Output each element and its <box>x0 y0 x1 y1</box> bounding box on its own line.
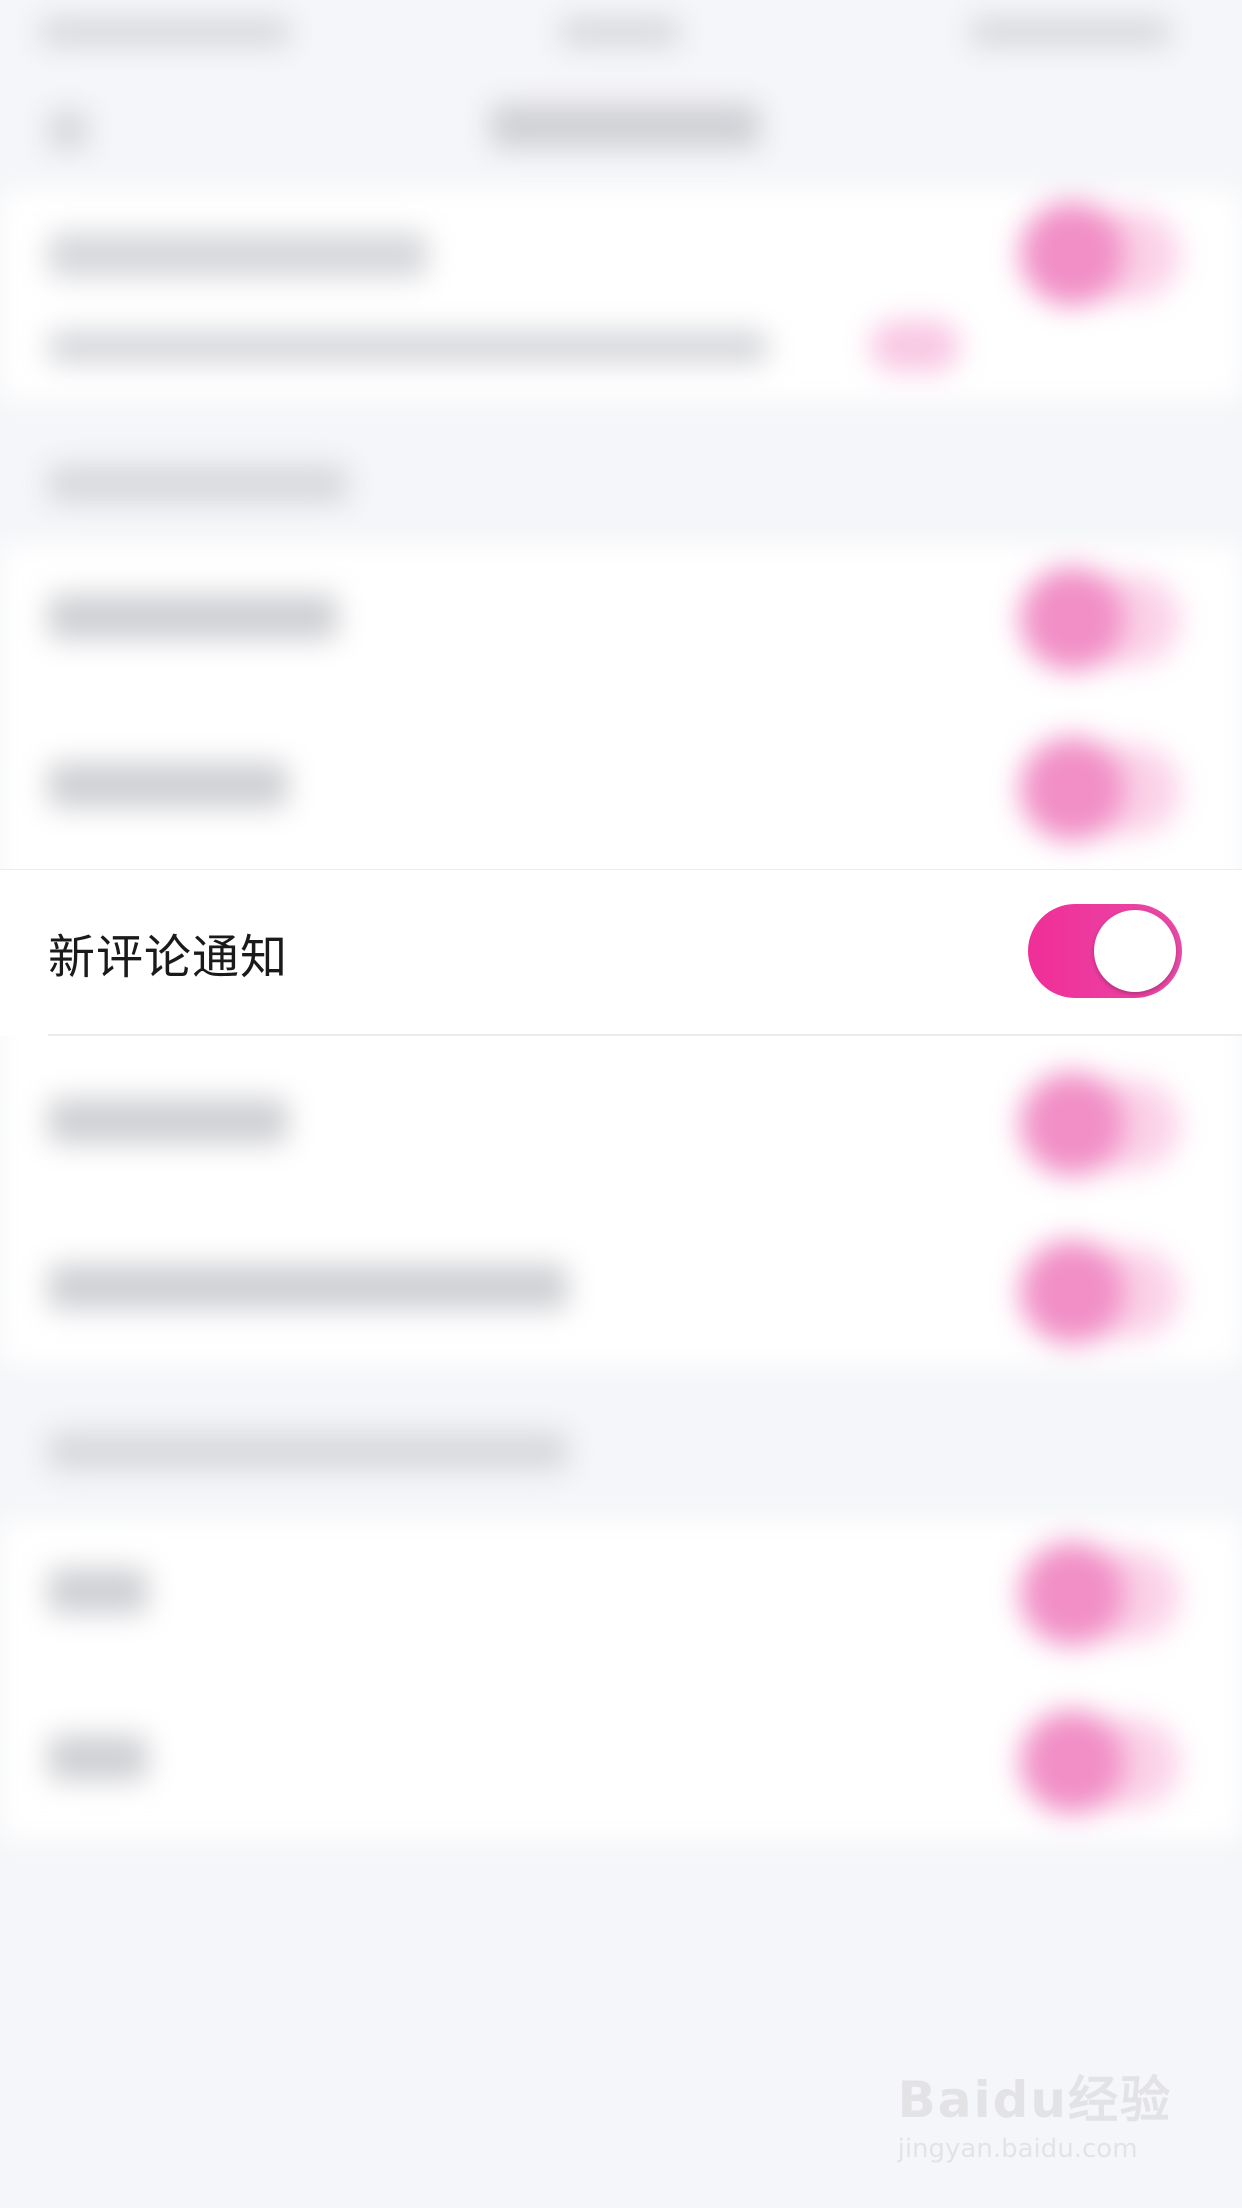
toggle-knob <box>1094 910 1176 992</box>
watermark-url: jingyan.baidu.com <box>897 2134 1138 2164</box>
status-bar-battery <box>970 18 1170 46</box>
row-label-3 <box>48 762 288 808</box>
new-comment-notification-toggle[interactable] <box>1028 904 1182 998</box>
toggle-1-knob <box>1020 202 1124 306</box>
toggle-8-knob <box>1020 1710 1124 1814</box>
row-label-8 <box>48 1735 148 1781</box>
toggle-2-knob <box>1020 567 1124 671</box>
row-subtitle-1 <box>48 330 768 364</box>
watermark-logo: Baidu经验 <box>897 2071 1172 2129</box>
row-label-7 <box>48 1568 148 1614</box>
section-header-1 <box>48 465 348 503</box>
baidu-watermark: Baidu经验 jingyan.baidu.com <box>898 2060 1172 2164</box>
settings-screen: 新评论通知 Baidu经验 jingyan.baidu.com <box>0 0 1242 2208</box>
toggle-7-knob <box>1020 1542 1124 1646</box>
toggle-5-knob <box>1020 1072 1124 1176</box>
row-divider-bottom <box>48 1034 1242 1036</box>
row-label-5 <box>48 1098 288 1144</box>
row-title-1 <box>48 232 428 278</box>
section-header-2 <box>48 1432 568 1470</box>
row-label-2 <box>48 594 338 640</box>
status-bar-time <box>560 18 680 46</box>
row-label-6 <box>48 1264 568 1310</box>
status-bar-carrier <box>40 18 290 46</box>
toggle-3-knob <box>1020 737 1124 841</box>
badge-1 <box>870 320 960 372</box>
new-comment-notification-label: 新评论通知 <box>48 930 288 986</box>
page-title <box>490 104 760 148</box>
new-comment-notification-row[interactable]: 新评论通知 <box>0 870 1242 1036</box>
blurred-background <box>0 0 1242 2208</box>
toggle-6-knob <box>1020 1240 1124 1344</box>
back-icon[interactable] <box>48 110 88 150</box>
